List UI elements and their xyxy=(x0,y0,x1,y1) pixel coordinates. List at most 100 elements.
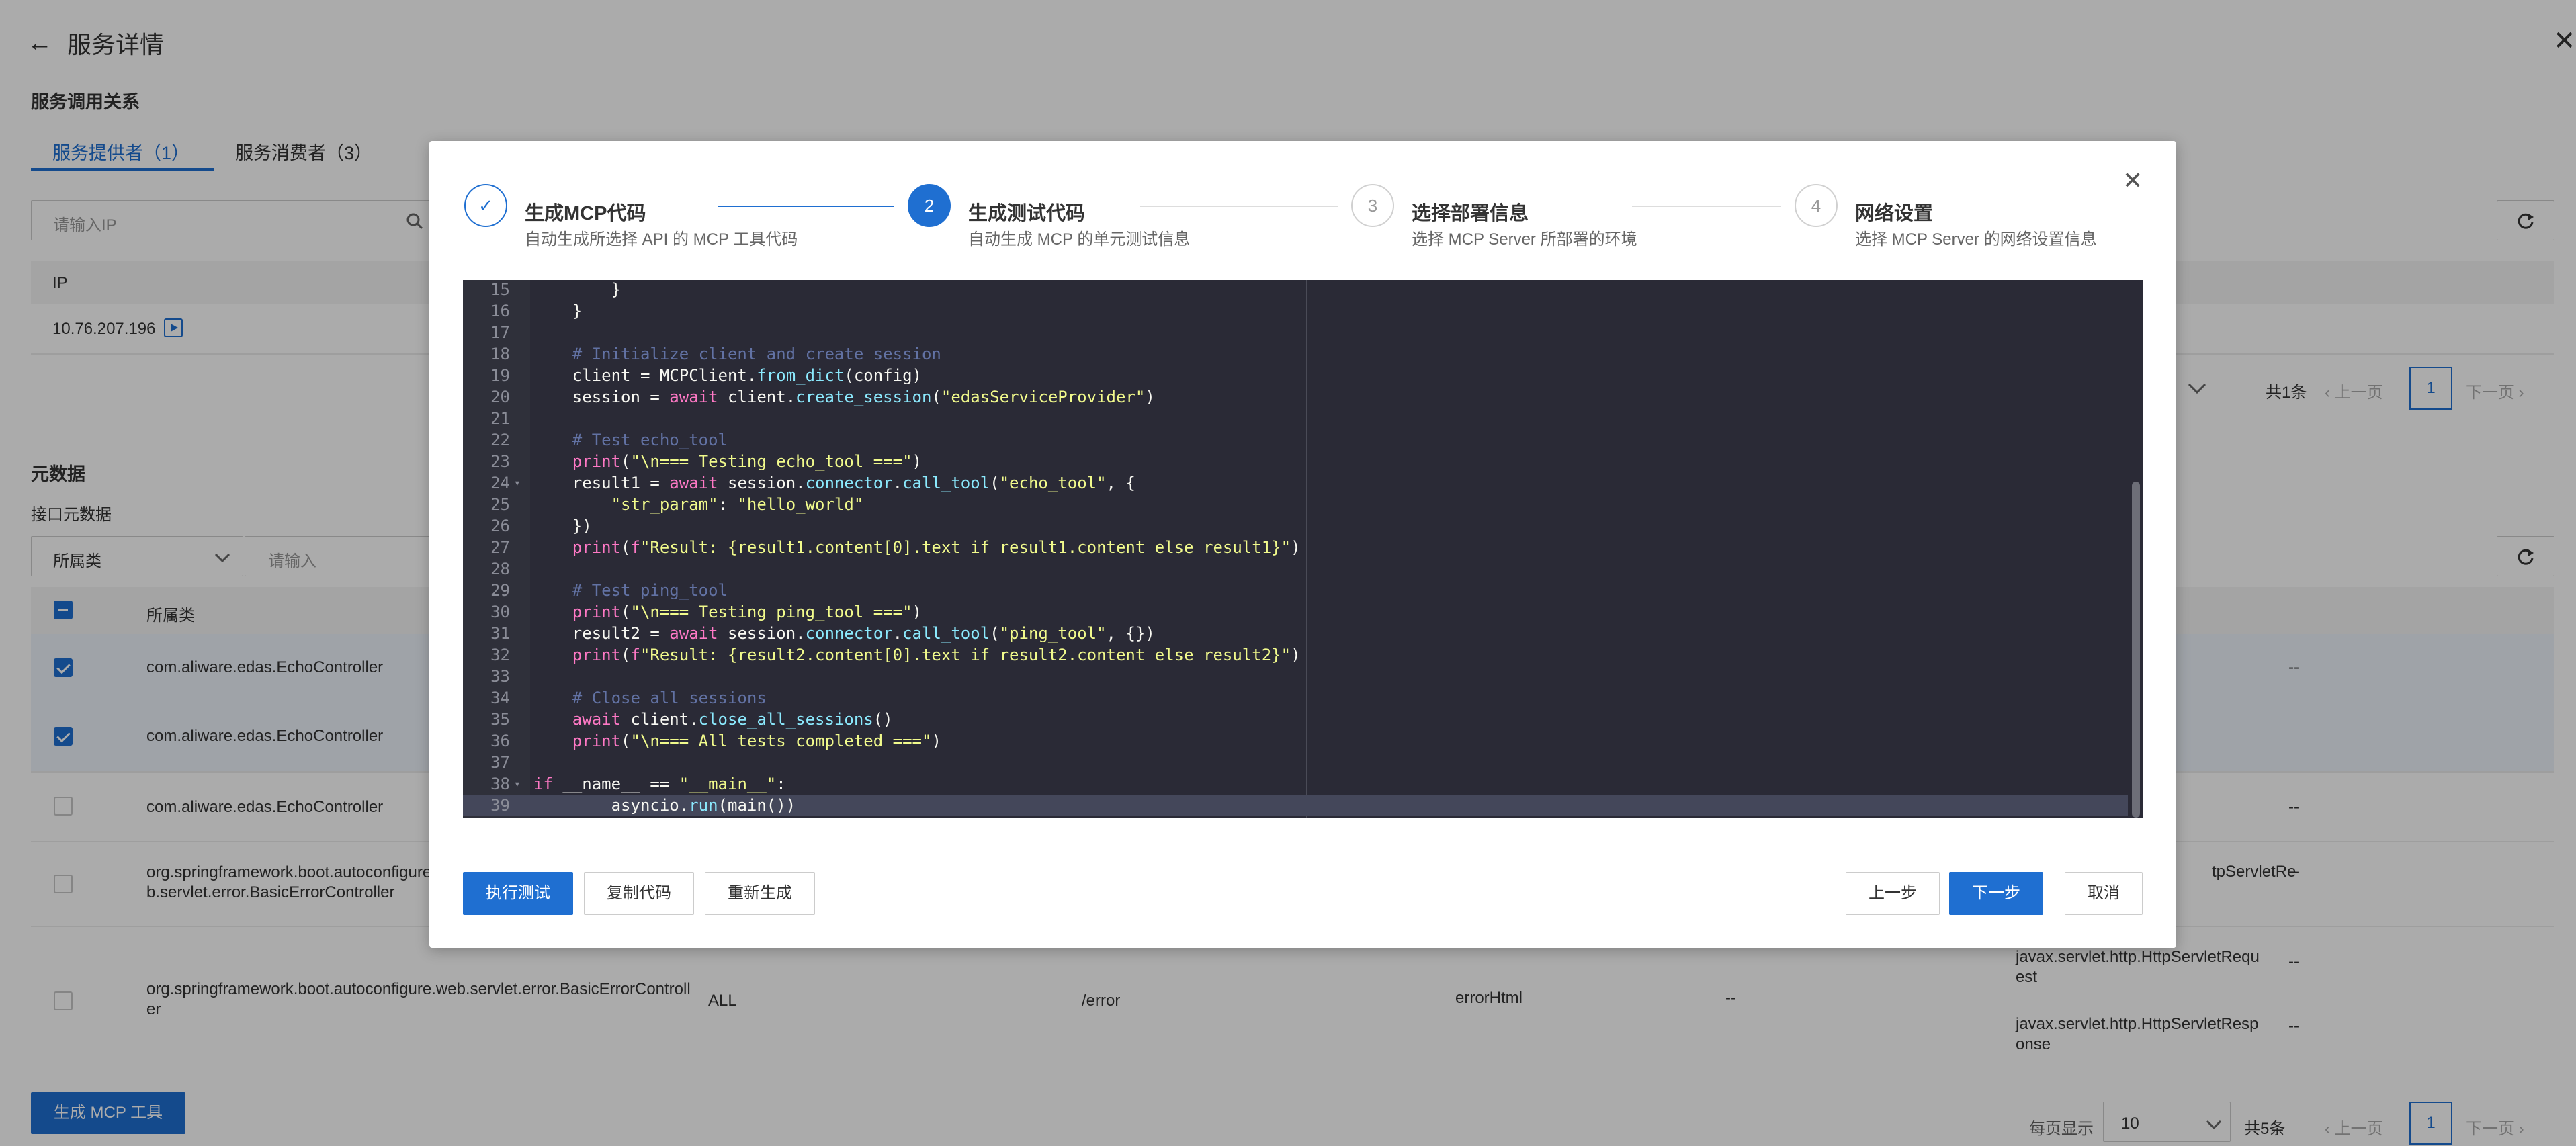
line-number: 22 xyxy=(490,431,510,449)
line-code: session = await client.create_session("e… xyxy=(533,388,1155,406)
code-line[interactable]: 25 "str_param": "hello_world" xyxy=(463,494,2128,515)
code-editor[interactable]: 15 } 16 } 17 18 # Initialize client and cr… xyxy=(463,280,2143,818)
fold-caret-icon[interactable]: ▾ xyxy=(514,472,521,494)
line-number: 26 xyxy=(490,517,510,535)
line-code: print(f"Result: {result2.content[0].text… xyxy=(572,646,1301,664)
step-connector xyxy=(718,206,894,207)
line-number: 36 xyxy=(490,732,510,750)
line-code: }) xyxy=(533,517,592,535)
step-2-title: 生成测试代码 xyxy=(968,203,1086,224)
line-number: 32 xyxy=(490,646,510,664)
line-number: 33 xyxy=(490,667,510,686)
line-code: await client.close_all_sessions() xyxy=(572,710,893,729)
regenerate-button[interactable]: 重新生成 xyxy=(705,872,815,915)
step-connector xyxy=(1140,206,1338,207)
code-line[interactable]: 32 print(f"Result: {result2.content[0].t… xyxy=(463,644,2128,666)
code-line[interactable]: 17 xyxy=(463,322,2128,343)
line-number: 35 xyxy=(490,710,510,729)
line-number: 23 xyxy=(490,452,510,471)
code-line[interactable]: 15 } xyxy=(463,280,2128,300)
code-line[interactable]: 39 asyncio.run(main()) xyxy=(463,795,2128,816)
line-number: 27 xyxy=(490,538,510,557)
step-4-circle: 4 xyxy=(1795,184,1838,227)
next-step-button[interactable]: 下一步 xyxy=(1949,872,2043,915)
fold-caret-icon[interactable]: ▾ xyxy=(514,773,521,795)
step-4-title: 网络设置 xyxy=(1855,203,1934,224)
code-line[interactable]: 19 client = MCPClient.from_dict(config) xyxy=(463,365,2128,386)
line-number: 24 xyxy=(490,474,510,492)
line-code: print("\n=== All tests completed ===") xyxy=(572,732,941,750)
code-line[interactable]: 28 xyxy=(463,558,2128,580)
line-code: } xyxy=(533,302,583,320)
line-number: 17 xyxy=(490,323,510,342)
code-line[interactable]: 36 print("\n=== All tests completed ==="… xyxy=(463,730,2128,752)
line-number: 39 xyxy=(490,796,510,815)
line-code: print("\n=== Testing echo_tool ===") xyxy=(572,452,922,471)
line-code: asyncio.run(main()) xyxy=(533,796,796,815)
line-number: 30 xyxy=(490,603,510,621)
line-number: 21 xyxy=(490,409,510,428)
line-code: # Close all sessions xyxy=(572,689,767,707)
step-2-circle: 2 xyxy=(908,184,951,227)
line-number: 37 xyxy=(490,753,510,772)
line-code: # Initialize client and create session xyxy=(572,345,941,363)
code-line[interactable]: 33 xyxy=(463,666,2128,687)
code-line[interactable]: 18 # Initialize client and create sessio… xyxy=(463,343,2128,365)
line-code: result2 = await session.connector.call_t… xyxy=(533,624,1155,643)
close-icon[interactable]: ✕ xyxy=(2122,167,2143,195)
line-code: # Test echo_tool xyxy=(572,431,728,449)
line-number: 15 xyxy=(490,280,510,299)
code-line[interactable]: 30 print("\n=== Testing ping_tool ===") xyxy=(463,601,2128,623)
line-number: 20 xyxy=(490,388,510,406)
cancel-button[interactable]: 取消 xyxy=(2065,872,2143,915)
code-line[interactable]: 16 } xyxy=(463,300,2128,322)
line-number: 16 xyxy=(490,302,510,320)
line-number: 28 xyxy=(490,560,510,578)
step-connector xyxy=(1632,206,1781,207)
line-code: result1 = await session.connector.call_t… xyxy=(533,474,1135,492)
line-code: if __name__ == "__main__": xyxy=(533,775,786,793)
line-number: 29 xyxy=(490,581,510,600)
step-3-title: 选择部署信息 xyxy=(1412,203,1529,224)
copy-code-button[interactable]: 复制代码 xyxy=(584,872,694,915)
run-test-button[interactable]: 执行测试 xyxy=(463,872,573,915)
line-code: print(f"Result: {result1.content[0].text… xyxy=(572,538,1301,557)
step-1-desc: 自动生成所选择 API 的 MCP 工具代码 xyxy=(525,230,798,249)
code-line[interactable]: 38 ▾ if __name__ == "__main__": xyxy=(463,773,2128,795)
code-line[interactable]: 22 # Test echo_tool xyxy=(463,429,2128,451)
line-number: 18 xyxy=(490,345,510,363)
code-line[interactable]: 24 ▾ result1 = await session.connector.ca… xyxy=(463,472,2128,494)
editor-scrollbar-thumb[interactable] xyxy=(2132,482,2140,818)
code-line[interactable]: 29 # Test ping_tool xyxy=(463,580,2128,601)
code-line[interactable]: 27 print(f"Result: {result1.content[0].t… xyxy=(463,537,2128,558)
line-code: } xyxy=(533,280,621,299)
test-code-modal: ✕ ✓ 生成MCP代码 自动生成所选择 API 的 MCP 工具代码 2 生成测… xyxy=(429,141,2176,948)
code-line[interactable]: 26 }) xyxy=(463,515,2128,537)
line-code: # Test ping_tool xyxy=(572,581,728,600)
step-1-title: 生成MCP代码 xyxy=(525,203,646,224)
line-number: 19 xyxy=(490,366,510,385)
code-line[interactable]: 35 await client.close_all_sessions() xyxy=(463,709,2128,730)
code-line[interactable]: 31 result2 = await session.connector.cal… xyxy=(463,623,2128,644)
step-4-desc: 选择 MCP Server 的网络设置信息 xyxy=(1855,230,2097,249)
code-line[interactable]: 21 xyxy=(463,408,2128,429)
line-code: client = MCPClient.from_dict(config) xyxy=(533,366,922,385)
code-line[interactable]: 23 print("\n=== Testing echo_tool ===") xyxy=(463,451,2128,472)
line-number: 25 xyxy=(490,495,510,514)
step-3-desc: 选择 MCP Server 所部署的环境 xyxy=(1412,230,1637,249)
step-3-circle: 3 xyxy=(1351,184,1394,227)
code-line[interactable]: 20 session = await client.create_session… xyxy=(463,386,2128,408)
code-line[interactable]: 37 xyxy=(463,752,2128,773)
line-number: 38 xyxy=(490,775,510,793)
code-line[interactable]: 34 # Close all sessions xyxy=(463,687,2128,709)
line-code: "str_param": "hello_world" xyxy=(611,495,864,514)
step-2-desc: 自动生成 MCP 的单元测试信息 xyxy=(968,230,1191,249)
step-1-circle: ✓ xyxy=(464,184,507,227)
prev-step-button[interactable]: 上一步 xyxy=(1846,872,1940,915)
line-code: print("\n=== Testing ping_tool ===") xyxy=(572,603,922,621)
line-number: 31 xyxy=(490,624,510,643)
